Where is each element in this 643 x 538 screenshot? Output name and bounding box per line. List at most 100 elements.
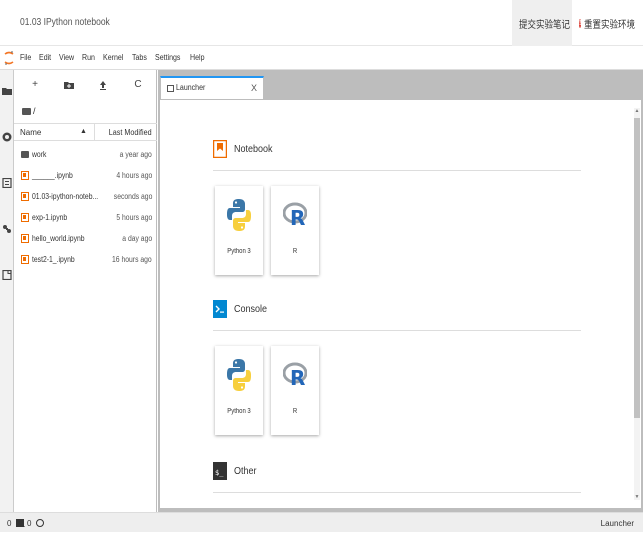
title-bar: 01.03 IPython notebook 提交实验笔记 ! 重置实验环境 <box>0 0 643 46</box>
menu-bar: File Edit View Run Kernel Tabs Settings … <box>0 46 643 70</box>
file-row[interactable]: test2-1_.ipynb 16 hours ago <box>14 250 157 270</box>
new-launcher-icon[interactable]: + <box>29 79 41 91</box>
card-label: R <box>292 408 298 415</box>
python-logo-icon <box>227 359 251 391</box>
launcher-icon <box>167 85 174 92</box>
status-bar: 0 $_ 0 Launcher <box>0 512 643 532</box>
launcher-panel: Notebook Python 3 R R Console Python 3 R… <box>160 100 641 508</box>
menu-view[interactable]: View <box>59 53 74 62</box>
card-label: Python 3 <box>227 408 251 415</box>
scroll-thumb[interactable] <box>634 118 640 418</box>
menu-run[interactable]: Run <box>82 53 95 62</box>
file-row[interactable]: 01.03-ipython-noteb... seconds ago <box>14 187 157 207</box>
close-icon[interactable]: X <box>251 83 257 93</box>
r-logo-icon: R <box>283 362 307 390</box>
kernel-count[interactable]: 0 <box>27 519 31 528</box>
main-area: Launcher X Notebook Python 3 R R Console… <box>158 70 643 512</box>
footer-strip <box>0 532 643 538</box>
menu-edit[interactable]: Edit <box>39 53 51 62</box>
section-title: Notebook <box>234 143 273 155</box>
tab-launcher[interactable]: Launcher X <box>160 76 264 100</box>
r-logo-icon: R <box>283 202 307 230</box>
file-row[interactable]: exp-1.ipynb 5 hours ago <box>14 208 157 228</box>
running-icon[interactable] <box>2 132 12 142</box>
status-current-activity: Launcher <box>600 519 634 528</box>
file-browser: + C / Name ▲ Last Modified work a year a… <box>14 70 157 512</box>
file-row[interactable]: work a year ago <box>14 145 157 165</box>
section-title: Other <box>234 465 257 477</box>
breadcrumb: / <box>22 106 36 116</box>
menu-tabs[interactable]: Tabs <box>132 53 147 62</box>
file-modified: a year ago <box>119 150 152 159</box>
reset-environment-button[interactable]: ! 重置实验环境 <box>575 0 643 46</box>
section-notebook: Notebook <box>213 140 277 158</box>
submit-notes-label: 提交实验笔记 <box>519 19 570 31</box>
activity-bar <box>0 70 14 512</box>
terminal-icon[interactable]: $_ <box>16 519 25 527</box>
launcher-card-python3-console[interactable]: Python 3 <box>215 346 263 435</box>
folder-icon[interactable] <box>2 86 12 96</box>
tab-label: Launcher <box>176 83 206 92</box>
launcher-card-python3-notebook[interactable]: Python 3 <box>215 186 263 275</box>
file-name: test2-1_.ipynb <box>32 255 75 264</box>
sort-ascending-icon[interactable]: ▲ <box>80 128 87 135</box>
upload-icon[interactable] <box>97 79 109 91</box>
launcher-scrollbar[interactable]: ▲ ▼ <box>634 108 640 500</box>
file-modified: seconds ago <box>113 192 152 201</box>
commands-icon[interactable] <box>2 178 12 188</box>
notebook-icon <box>21 171 29 180</box>
card-label: R <box>292 248 298 255</box>
section-title: Console <box>234 303 268 315</box>
python-logo-icon <box>227 199 251 231</box>
column-name[interactable]: Name <box>20 128 41 137</box>
svg-text:$_: $_ <box>215 469 224 477</box>
file-name: ______.ipynb <box>32 171 73 180</box>
file-modified: 16 hours ago <box>112 255 152 264</box>
terminal-count[interactable]: 0 <box>7 519 11 528</box>
new-folder-icon[interactable] <box>63 79 75 91</box>
notebook-icon <box>21 234 29 243</box>
launcher-card-r-notebook[interactable]: R R <box>271 186 319 275</box>
notebook-icon <box>21 213 29 222</box>
kernel-icon[interactable] <box>36 519 44 527</box>
console-section-icon <box>213 300 227 318</box>
menu-settings[interactable]: Settings <box>155 53 180 62</box>
file-name: exp-1.ipynb <box>32 213 68 222</box>
file-name: hello_world.ipynb <box>32 234 85 243</box>
file-browser-toolbar: + C <box>14 70 157 100</box>
divider <box>213 330 581 331</box>
breadcrumb-path[interactable]: / <box>33 106 36 116</box>
svg-text:R: R <box>290 366 305 390</box>
divider <box>213 170 581 171</box>
reset-environment-label: 重置实验环境 <box>584 19 636 31</box>
launcher-card-r-console[interactable]: R R <box>271 346 319 435</box>
scroll-up-icon[interactable]: ▲ <box>634 108 640 114</box>
file-modified: 5 hours ago <box>116 213 152 222</box>
column-divider[interactable] <box>94 124 95 141</box>
file-name: work <box>32 150 47 159</box>
jupyter-logo-icon <box>4 50 14 65</box>
property-inspector-icon[interactable] <box>2 224 12 234</box>
terminal-section-icon: $_ <box>213 462 227 480</box>
file-list-header: Name ▲ Last Modified <box>14 123 157 141</box>
menu-kernel[interactable]: Kernel <box>103 53 123 62</box>
file-row[interactable]: ______.ipynb 4 hours ago <box>14 166 157 186</box>
notebook-icon <box>21 192 29 201</box>
notebook-section-icon <box>213 140 227 158</box>
section-console: Console <box>213 300 271 318</box>
refresh-icon[interactable]: C <box>132 79 144 91</box>
section-other: $_ Other <box>213 462 259 480</box>
warning-icon: ! <box>579 18 582 28</box>
home-folder-icon[interactable] <box>22 107 31 115</box>
menu-file[interactable]: File <box>20 53 31 62</box>
tabs-icon[interactable] <box>2 270 12 280</box>
notebook-icon <box>21 255 29 264</box>
file-name: 01.03-ipython-noteb... <box>32 192 99 201</box>
menu-help[interactable]: Help <box>190 53 204 62</box>
svg-text:R: R <box>290 206 305 230</box>
file-row[interactable]: hello_world.ipynb a day ago <box>14 229 157 249</box>
column-last-modified[interactable]: Last Modified <box>109 128 152 137</box>
scroll-down-icon[interactable]: ▼ <box>634 494 640 500</box>
submit-notes-button[interactable]: 提交实验笔记 <box>512 0 572 46</box>
window-title: 01.03 IPython notebook <box>20 17 110 28</box>
